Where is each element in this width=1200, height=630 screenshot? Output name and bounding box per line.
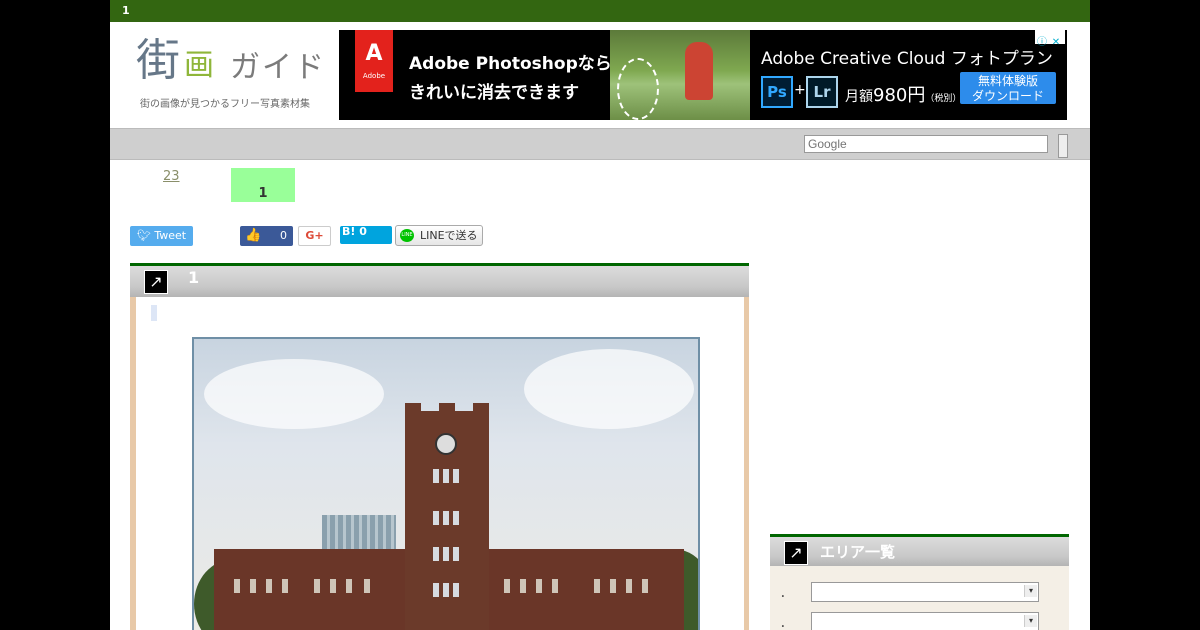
article-body: [136, 297, 744, 630]
ad-photo-erase-ring: [617, 58, 659, 120]
search-input[interactable]: [804, 135, 1048, 153]
photoshop-icon: Ps: [761, 76, 793, 108]
lightroom-icon: Lr: [806, 76, 838, 108]
ad-banner[interactable]: A Adobe Adobe Photoshopなら きれいに消去できます Adob…: [339, 30, 1067, 120]
article-title: 1: [188, 268, 200, 287]
line-share-label: LINEで送る: [420, 229, 478, 242]
ad-photo: [610, 30, 750, 120]
area-select[interactable]: ▾: [811, 612, 1039, 630]
ad-plus: +: [794, 82, 806, 98]
main-photo[interactable]: [192, 337, 700, 630]
ad-price: 月額980円（税別）: [845, 85, 962, 106]
top-bar: 1: [110, 0, 1090, 22]
ad-cta-button[interactable]: 無料体験版 ダウンロード: [960, 72, 1056, 104]
thumbs-up-icon: 👍: [245, 228, 262, 243]
like-count: 0: [280, 229, 287, 242]
article-panel: ↗ 1: [130, 263, 749, 630]
chevron-down-icon: ▾: [1024, 615, 1037, 627]
area-select[interactable]: ▾: [811, 582, 1039, 602]
tweet-button[interactable]: 🐦︎ Tweet: [130, 226, 193, 246]
ad-info-icon[interactable]: ⓘ: [1035, 36, 1049, 50]
cloud: [204, 359, 384, 429]
ad-product-title: Adobe Creative Cloud フォトプラン: [761, 49, 1053, 69]
line-icon: LINE: [400, 229, 414, 242]
cloud: [524, 349, 694, 429]
logo-kana: ガイド: [230, 50, 326, 85]
adobe-logo-icon: A Adobe: [355, 30, 393, 92]
facebook-like-button[interactable]: 👍 0: [240, 226, 293, 246]
logo-kanji-1: 街: [136, 35, 180, 86]
breadcrumb-current: 1: [231, 168, 295, 202]
top-bar-title: 1: [122, 4, 130, 17]
clock-icon: [435, 433, 457, 455]
ad-close-icon[interactable]: ✕: [1049, 36, 1063, 50]
logo-tagline: 街の画像が見つかるフリー写真素材集: [140, 99, 310, 110]
ad-headline-2: きれいに消去できます: [409, 83, 579, 103]
area-row-label: ．: [780, 586, 793, 600]
chevron-down-icon: ▾: [1024, 585, 1037, 597]
quote-mark: [151, 305, 157, 321]
logo-kanji-2: 画: [184, 48, 214, 83]
breadcrumb-link[interactable]: 23: [163, 169, 180, 184]
hatena-bookmark-button[interactable]: B! 0: [340, 226, 392, 244]
page: 1 街 画 ガイド 街の画像が見つかるフリー写真素材集 A Adobe Adobe…: [110, 0, 1090, 630]
site-logo[interactable]: 街 画 ガイド 街の画像が見つかるフリー写真素材集: [136, 36, 326, 116]
ad-photo-child: [685, 42, 713, 100]
twitter-bird-icon: 🐦︎: [136, 229, 151, 242]
ad-headline-1: Adobe Photoshopなら: [409, 54, 612, 74]
arrow-link-icon: ↗: [784, 541, 808, 565]
clock-tower: [405, 403, 489, 630]
nav-bar: [110, 128, 1090, 160]
area-list-panel: ↗ エリア一覧 ． ▾ ． ▾: [770, 534, 1069, 630]
area-row-label: ．: [780, 616, 793, 630]
article-header: ↗ 1: [130, 263, 749, 297]
google-plus-button[interactable]: G+: [298, 226, 331, 246]
line-share-button[interactable]: LINE LINEで送る: [395, 225, 483, 246]
search-button[interactable]: [1058, 134, 1068, 158]
arrow-link-icon: ↗: [144, 270, 168, 294]
ad-choices[interactable]: ⓘ ✕: [1035, 30, 1065, 48]
area-list-title: エリア一覧: [820, 543, 896, 561]
area-list-header: ↗ エリア一覧: [770, 534, 1069, 566]
